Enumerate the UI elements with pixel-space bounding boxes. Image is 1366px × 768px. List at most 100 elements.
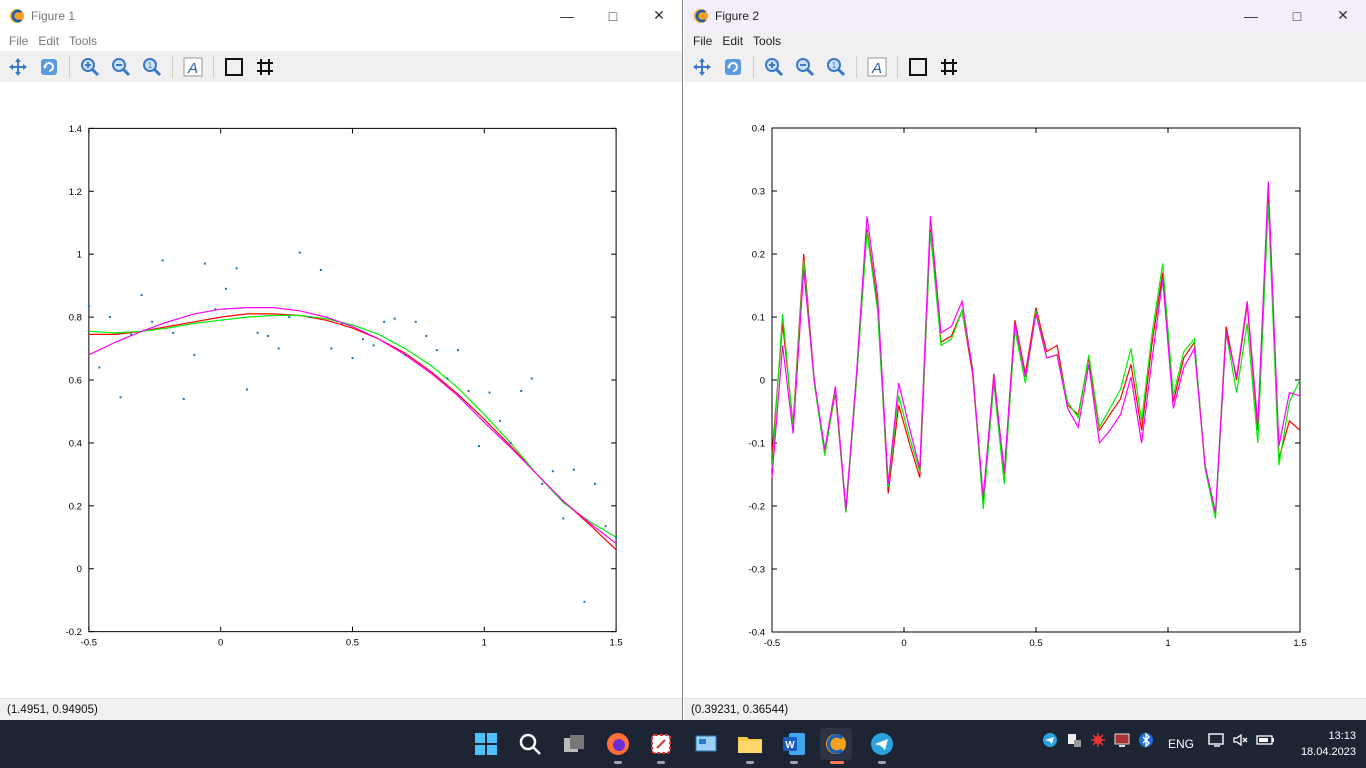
data-point [467, 390, 470, 393]
pan-icon[interactable] [4, 54, 32, 80]
y-tick-label: 0.2 [752, 250, 765, 261]
x-tick-label: 1 [482, 638, 487, 649]
y-tick-label: 0.4 [752, 124, 765, 135]
octave-taskbar-icon[interactable] [820, 728, 852, 760]
x-tick-label: 1.5 [610, 638, 623, 649]
y-tick-label: 0 [760, 376, 765, 387]
x-tick-label: 0 [901, 638, 906, 649]
data-point [615, 536, 618, 539]
title-bar[interactable]: Figure 2 — □ ✕ [684, 0, 1366, 31]
axes-box-icon[interactable] [220, 54, 248, 80]
data-point [319, 268, 322, 271]
monitor-icon[interactable] [1208, 732, 1226, 751]
minimize-button[interactable]: — [1228, 0, 1274, 31]
series-line-1 [771, 203, 1301, 519]
zoom-in-icon[interactable] [76, 54, 104, 80]
zoom-reset-icon[interactable]: 1 [138, 54, 166, 80]
series-line-2 [771, 181, 1301, 513]
search-icon[interactable] [514, 728, 546, 760]
data-point [340, 322, 343, 325]
menu-bar: File Edit Tools [0, 31, 682, 51]
volume-muted-icon[interactable] [1232, 732, 1250, 751]
clock-time: 13:13 [1328, 730, 1356, 742]
x-tick-label: 1 [1165, 638, 1170, 649]
title-bar[interactable]: Figure 1 — □ ✕ [0, 0, 682, 31]
data-point [214, 308, 217, 311]
figure2-plot-area[interactable]: -0.5 0 0.5 1 1.5 -0.4 -0.3 -0.2 -0.1 0 0.1 0.2 0.3 0.… [684, 82, 1366, 698]
data-point [404, 353, 407, 356]
telegram-tray-icon[interactable] [1042, 732, 1058, 751]
svg-text:1: 1 [832, 61, 837, 70]
battery-icon[interactable] [1256, 732, 1276, 751]
menu-file[interactable]: File [6, 34, 35, 48]
data-point [446, 377, 449, 380]
series-line-1 [88, 314, 617, 538]
data-point [224, 287, 227, 290]
data-point [130, 333, 133, 336]
firefox-icon[interactable] [602, 728, 634, 760]
zoom-reset-icon[interactable]: 1 [822, 54, 850, 80]
language-indicator[interactable]: ENG [1168, 737, 1194, 751]
rotate-icon[interactable] [35, 54, 63, 80]
data-point [414, 320, 417, 323]
control-panel-icon[interactable] [690, 728, 722, 760]
data-point [551, 470, 554, 473]
start-icon[interactable] [470, 728, 502, 760]
zoom-out-icon[interactable] [791, 54, 819, 80]
cursor-coordinates: (0.39231, 0.36544) [691, 703, 789, 716]
menu-file[interactable]: File [690, 34, 719, 48]
close-button[interactable]: ✕ [636, 0, 682, 31]
running-indicator [878, 761, 886, 764]
menu-tools[interactable]: Tools [750, 34, 788, 48]
y-tick-label: 0.3 [752, 187, 765, 198]
data-point [235, 267, 238, 270]
network-tray-icon[interactable] [1066, 732, 1082, 751]
word-icon[interactable]: W [778, 728, 810, 760]
data-point [182, 397, 185, 400]
clock[interactable]: 13:13 18.04.2023 [1301, 728, 1356, 760]
snipping-tool-icon[interactable] [645, 728, 677, 760]
data-point [98, 366, 101, 369]
running-indicator [746, 761, 754, 764]
axes-box-icon[interactable] [904, 54, 932, 80]
data-point [509, 441, 512, 444]
toolbar-separator [856, 55, 857, 78]
grid-icon[interactable] [251, 54, 279, 80]
data-point [288, 316, 291, 319]
y-tick-label: -0.3 [749, 565, 765, 576]
task-view-icon[interactable] [558, 728, 590, 760]
close-button[interactable]: ✕ [1320, 0, 1366, 31]
zoom-out-icon[interactable] [107, 54, 135, 80]
running-indicator [614, 761, 622, 764]
cursor-coordinates: (1.4951, 0.94905) [7, 703, 98, 716]
text-icon[interactable]: A [863, 54, 891, 80]
grid-icon[interactable] [935, 54, 963, 80]
data-point [193, 353, 196, 356]
minimize-button[interactable]: — [544, 0, 590, 31]
data-point [267, 334, 270, 337]
figure1-window: Figure 1 — □ ✕ File Edit Tools 1 A -0.5 0… [0, 0, 683, 720]
maximize-button[interactable]: □ [1274, 0, 1320, 31]
maximize-button[interactable]: □ [590, 0, 636, 31]
telegram-icon[interactable] [866, 728, 898, 760]
file-explorer-icon[interactable] [734, 728, 766, 760]
bluetooth-icon[interactable] [1138, 732, 1154, 751]
data-point [541, 482, 544, 485]
figure1-plot-area[interactable]: -0.5 0 0.5 1 1.5 -0.2 0 0.2 0.4 0.6 0.8 1 1.2 1.4 [0, 82, 682, 698]
toolbar-separator [897, 55, 898, 78]
zoom-in-icon[interactable] [760, 54, 788, 80]
text-icon[interactable]: A [179, 54, 207, 80]
pan-icon[interactable] [688, 54, 716, 80]
y-tick-label: -0.4 [749, 628, 765, 639]
rotate-icon[interactable] [719, 54, 747, 80]
data-point [520, 390, 523, 393]
display-tray-icon[interactable] [1114, 732, 1130, 751]
virus-tray-icon[interactable] [1090, 732, 1106, 751]
series-line-2 [88, 307, 617, 545]
menu-edit[interactable]: Edit [719, 34, 750, 48]
menu-edit[interactable]: Edit [35, 34, 66, 48]
data-point [203, 262, 206, 265]
svg-text:A: A [871, 60, 882, 77]
data-point [456, 349, 459, 352]
menu-tools[interactable]: Tools [66, 34, 104, 48]
